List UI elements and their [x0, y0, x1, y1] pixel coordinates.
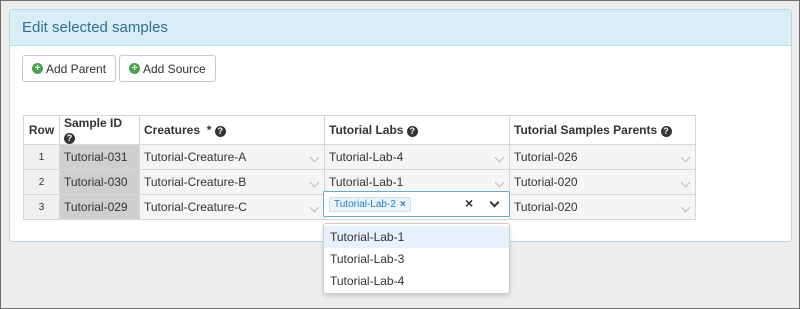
plus-circle-icon: + [32, 63, 43, 74]
chevron-down-icon [680, 202, 691, 213]
dropdown-option[interactable]: Tutorial-Lab-1 [324, 226, 509, 248]
creature-value: Tutorial-Creature-A [144, 150, 247, 164]
chevron-down-icon [309, 152, 320, 163]
creature-select[interactable]: Tutorial-Creature-A [139, 144, 325, 170]
row-number: 1 [23, 144, 60, 170]
header-creatures-label: Creatures * [144, 123, 212, 137]
panel-title: Edit selected samples [22, 19, 168, 36]
selected-lab-tag: Tutorial-Lab-2 × [329, 197, 411, 212]
lab-value: Tutorial-Lab-1 [329, 175, 404, 189]
parent-select[interactable]: Tutorial-020 [509, 169, 696, 195]
panel-heading: Edit selected samples [10, 10, 791, 46]
header-parents-label: Tutorial Samples Parents [514, 123, 658, 137]
plus-circle-icon: + [129, 63, 140, 74]
add-parent-button[interactable]: + Add Parent [22, 55, 117, 82]
header-labs-label: Tutorial Labs [329, 123, 404, 137]
selected-lab-tag-label: Tutorial-Lab-2 [334, 199, 396, 210]
parent-select[interactable]: Tutorial-020 [509, 194, 696, 220]
sample-id-cell: Tutorial-030 [59, 169, 140, 195]
chevron-down-icon [309, 202, 320, 213]
header-row-number: Row [23, 115, 60, 145]
header-tutorial-labs: Tutorial Labs ? [324, 115, 510, 145]
parent-value: Tutorial-026 [514, 150, 578, 164]
question-circle-icon[interactable]: ? [406, 126, 418, 137]
row-number: 2 [23, 169, 60, 195]
chevron-down-icon [680, 177, 691, 188]
parent-select[interactable]: Tutorial-026 [509, 144, 696, 170]
parent-value: Tutorial-020 [514, 200, 578, 214]
dropdown-option[interactable]: Tutorial-Lab-3 [324, 248, 509, 270]
header-creatures: Creatures * ? [139, 115, 325, 145]
chevron-down-icon [309, 177, 320, 188]
remove-tag-icon[interactable]: × [400, 199, 406, 210]
chevron-down-icon [494, 152, 505, 163]
chevron-down-icon [494, 177, 505, 188]
table-row: 1 Tutorial-031 Tutorial-Creature-A Tutor… [23, 144, 696, 170]
clear-icon[interactable]: × [465, 195, 473, 211]
question-circle-icon[interactable]: ? [660, 126, 672, 137]
header-sample-id-label: Sample ID [64, 116, 123, 130]
header-tutorial-samples-parents: Tutorial Samples Parents ? [509, 115, 696, 145]
add-source-label: Add Source [143, 61, 206, 76]
lab-dropdown-menu: Tutorial-Lab-1 Tutorial-Lab-3 Tutorial-L… [323, 223, 510, 294]
add-source-button[interactable]: + Add Source [119, 55, 216, 82]
sample-id-cell: Tutorial-029 [59, 194, 140, 220]
add-parent-label: Add Parent [46, 61, 107, 76]
row-number: 3 [23, 194, 60, 220]
parent-value: Tutorial-020 [514, 175, 578, 189]
header-row: Row Sample ID ? Creatures * ? Tutorial L… [23, 115, 696, 145]
sample-id-cell: Tutorial-031 [59, 144, 140, 170]
chevron-down-icon[interactable] [489, 197, 500, 208]
lab-select[interactable]: Tutorial-Lab-4 [324, 144, 510, 170]
dropdown-option[interactable]: Tutorial-Lab-4 [324, 270, 509, 292]
header-sample-id: Sample ID ? [59, 115, 140, 145]
lab-multiselect-input[interactable]: Tutorial-Lab-2 × × [323, 191, 510, 217]
lab-value: Tutorial-Lab-4 [329, 150, 404, 164]
creature-select[interactable]: Tutorial-Creature-B [139, 169, 325, 195]
creature-value: Tutorial-Creature-B [144, 175, 247, 189]
creature-select[interactable]: Tutorial-Creature-C [139, 194, 325, 220]
question-circle-icon[interactable]: ? [214, 126, 226, 137]
question-circle-icon[interactable]: ? [64, 133, 75, 144]
chevron-down-icon [680, 152, 691, 163]
creature-value: Tutorial-Creature-C [144, 200, 247, 214]
